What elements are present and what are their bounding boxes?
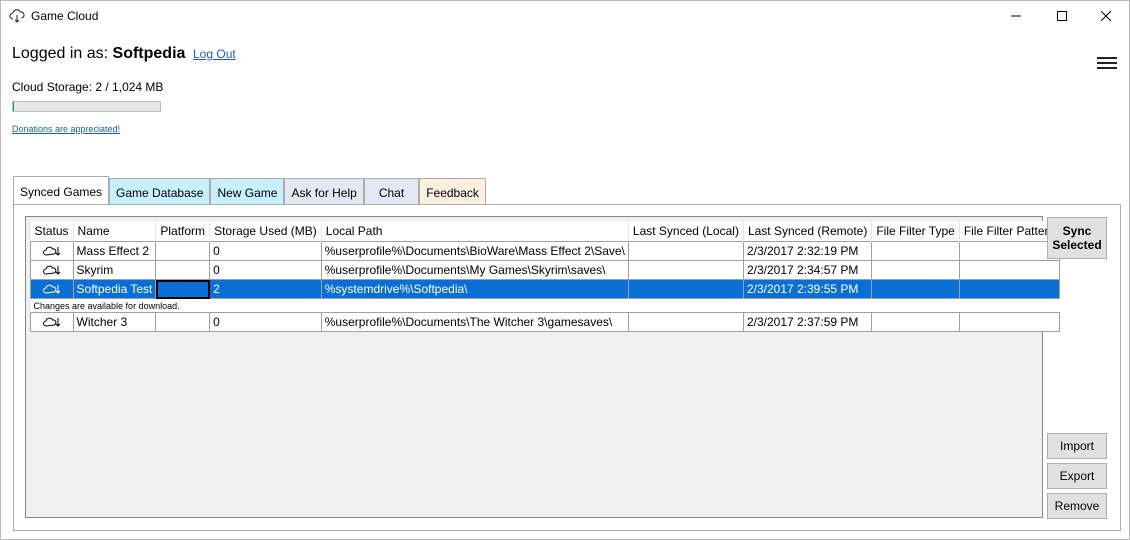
- app-window: Game Cloud Logged in as: Softpedia Log O…: [0, 0, 1130, 540]
- file-filter-pattern-cell: [958, 260, 1061, 280]
- logout-link[interactable]: Log Out: [193, 47, 236, 61]
- file-filter-type-cell: [871, 312, 960, 332]
- local-path-cell: %userprofile%\Documents\My Games\Skyrim\…: [320, 260, 629, 280]
- sync-selected-button[interactable]: Sync Selected: [1047, 217, 1107, 259]
- cloud-storage-label: Cloud Storage: 2 / 1,024 MB: [12, 80, 164, 94]
- username: Softpedia: [112, 45, 186, 62]
- file-filter-pattern-cell: [958, 312, 1061, 332]
- last-synced-local-cell: [627, 241, 744, 261]
- minimize-button[interactable]: [993, 1, 1039, 31]
- column-header-file-filter-type[interactable]: File Filter Type: [871, 221, 960, 242]
- synced-games-panel: Status Name Platform Storage Used (MB) L…: [13, 204, 1121, 531]
- column-header-status[interactable]: Status: [30, 221, 74, 242]
- hamburger-menu-icon[interactable]: [1097, 57, 1117, 71]
- local-path-cell: %systemdrive%\Softpedia\: [320, 279, 629, 299]
- window-title: Game Cloud: [31, 9, 99, 23]
- last-synced-local-cell: [627, 260, 744, 280]
- login-status: Logged in as: Softpedia: [12, 45, 185, 63]
- storage-cell: 0: [209, 312, 322, 332]
- tab-game-database[interactable]: Game Database: [109, 178, 211, 206]
- row-detail: Changes are available for download.: [30, 298, 1060, 313]
- last-synced-remote-cell: 2/3/2017 2:34:57 PM: [742, 260, 873, 280]
- login-prefix: Logged in as:: [12, 45, 109, 62]
- export-button[interactable]: Export: [1047, 463, 1107, 489]
- platform-cell: [155, 241, 211, 261]
- column-header-last-synced-local[interactable]: Last Synced (Local): [628, 221, 744, 242]
- tab-synced-games[interactable]: Synced Games: [13, 176, 110, 206]
- tab-strip: Synced Games Game Database New Game Ask …: [13, 176, 486, 206]
- games-table: Status Name Platform Storage Used (MB) L…: [30, 221, 1061, 332]
- last-synced-remote-cell: 2/3/2017 2:37:59 PM: [742, 312, 873, 332]
- file-filter-pattern-cell: [958, 279, 1061, 299]
- table-header-row: Status Name Platform Storage Used (MB) L…: [30, 221, 1061, 242]
- file-filter-type-cell: [871, 241, 960, 261]
- platform-cell: [155, 312, 211, 332]
- title-bar: Game Cloud: [1, 1, 1129, 31]
- donations-link[interactable]: Donations are appreciated!: [12, 124, 120, 134]
- maximize-icon: [1057, 11, 1067, 21]
- table-row[interactable]: Mass Effect 2 0 %userprofile%\Documents\…: [30, 241, 1061, 261]
- table-row-selected[interactable]: Softpedia Test 2 %systemdrive%\Softpedia…: [30, 279, 1061, 299]
- local-path-cell: %userprofile%\Documents\The Witcher 3\ga…: [320, 312, 629, 332]
- last-synced-remote-cell: 2/3/2017 2:39:55 PM: [742, 279, 873, 299]
- local-path-cell: %userprofile%\Documents\BioWare\Mass Eff…: [320, 241, 629, 261]
- tab-new-game[interactable]: New Game: [210, 178, 285, 206]
- status-cell: [30, 241, 74, 261]
- name-cell: Softpedia Test: [72, 279, 157, 299]
- last-synced-local-cell: [627, 279, 744, 299]
- tab-chat[interactable]: Chat: [363, 178, 420, 206]
- column-header-platform[interactable]: Platform: [155, 221, 211, 242]
- minimize-icon: [1011, 15, 1021, 17]
- file-filter-type-cell: [871, 279, 960, 299]
- cloud-download-icon: [42, 284, 61, 294]
- status-cell: [30, 260, 74, 280]
- file-filter-type-cell: [871, 260, 960, 280]
- cloud-download-icon: [42, 317, 61, 327]
- table-row[interactable]: Skyrim 0 %userprofile%\Documents\My Game…: [30, 260, 1061, 280]
- platform-cell: [155, 260, 211, 280]
- name-cell: Mass Effect 2: [72, 241, 157, 261]
- storage-cell: 0: [209, 260, 322, 280]
- remove-button[interactable]: Remove: [1047, 493, 1107, 519]
- status-cell: [30, 279, 74, 299]
- last-synced-local-cell: [627, 312, 744, 332]
- platform-cell-focused[interactable]: [155, 279, 211, 299]
- column-header-name[interactable]: Name: [73, 221, 157, 242]
- cloud-download-icon: [42, 246, 61, 256]
- tab-ask-for-help[interactable]: Ask for Help: [284, 178, 364, 206]
- games-grid: Status Name Platform Storage Used (MB) L…: [25, 216, 1061, 518]
- file-filter-pattern-cell: [958, 241, 1061, 261]
- app-cloud-icon: [9, 9, 25, 23]
- name-cell: Witcher 3: [72, 312, 157, 332]
- column-header-last-synced-remote[interactable]: Last Synced (Remote): [743, 221, 873, 242]
- last-synced-remote-cell: 2/3/2017 2:32:19 PM: [742, 241, 873, 261]
- column-header-local-path[interactable]: Local Path: [321, 221, 629, 242]
- table-row[interactable]: Witcher 3 0 %userprofile%\Documents\The …: [30, 312, 1061, 332]
- column-header-storage[interactable]: Storage Used (MB): [209, 221, 322, 242]
- close-button[interactable]: [1083, 1, 1129, 31]
- import-button[interactable]: Import: [1047, 433, 1107, 459]
- close-icon: [1101, 11, 1111, 21]
- storage-cell: 0: [209, 241, 322, 261]
- row-detail-text: Changes are available for download.: [30, 298, 1060, 313]
- cloud-download-icon: [42, 265, 61, 275]
- column-header-file-filter-pattern[interactable]: File Filter Pattern: [959, 221, 1061, 242]
- status-cell: [30, 312, 74, 332]
- name-cell: Skyrim: [72, 260, 157, 280]
- tab-feedback[interactable]: Feedback: [419, 178, 486, 206]
- maximize-button[interactable]: [1039, 1, 1085, 31]
- storage-progress-bar: [12, 101, 161, 112]
- storage-cell: 2: [209, 279, 322, 299]
